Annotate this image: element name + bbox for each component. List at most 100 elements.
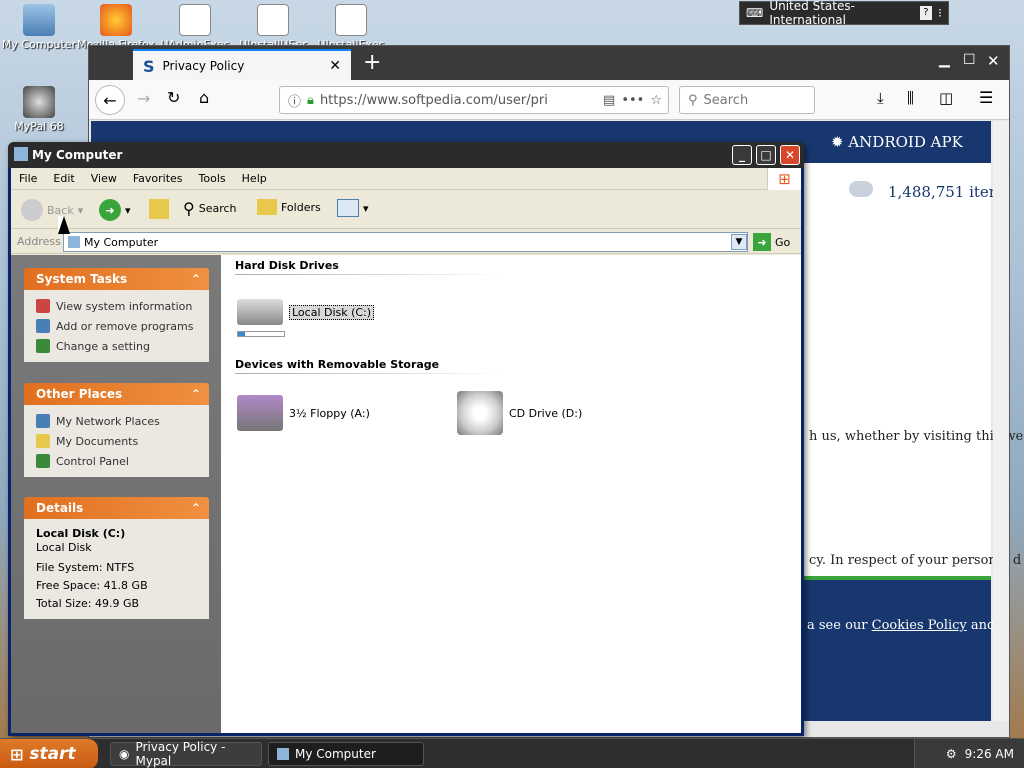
reload-icon[interactable]: ↻ — [167, 88, 180, 107]
details-free-space: Free Space: 41.8 GB — [36, 579, 148, 592]
back-icon[interactable]: ← — [95, 85, 125, 115]
desktop-icon-firefox[interactable]: Mozilla Firefox — [76, 4, 156, 51]
task-add-remove-programs[interactable]: Add or remove programs — [36, 316, 197, 336]
firefox-toolbar: ← → ↻ ⌂ ⓘ 🔒︎ https://www.softpedia.com/u… — [89, 80, 1009, 120]
menu-favorites[interactable]: Favorites — [133, 172, 183, 185]
desktop-icon-mypal[interactable]: MyPal 68 — [0, 86, 79, 133]
mypal-icon — [23, 86, 55, 118]
folder-icon — [257, 199, 277, 215]
back-arrow-icon — [21, 199, 43, 221]
place-label: Control Panel — [56, 454, 129, 468]
system-tray: ⚙ 9:26 AM — [914, 739, 1024, 768]
address-value: My Computer — [84, 235, 159, 249]
windows-flag-icon: ⊞ — [10, 744, 24, 764]
task-change-setting[interactable]: Change a setting — [36, 336, 197, 356]
language-bar[interactable]: ⌨ United States-International ? ⁝ — [739, 0, 949, 27]
forward-button[interactable]: ➜ ▾ — [99, 199, 131, 221]
place-my-network-places[interactable]: My Network Places — [36, 411, 197, 431]
close-tab-icon[interactable]: ✕ — [329, 58, 341, 74]
folders-button[interactable]: Folders — [257, 199, 321, 215]
bookmark-star-icon[interactable]: ☆ — [650, 93, 662, 108]
start-button[interactable]: ⊞ start — [0, 739, 98, 768]
go-button[interactable]: ➜ Go — [753, 233, 790, 251]
close-button[interactable]: ✕ — [780, 145, 800, 165]
home-icon[interactable]: ⌂ — [199, 88, 209, 107]
menu-icon[interactable]: ☰ — [979, 88, 993, 107]
dropdown-icon[interactable]: ▾ — [125, 204, 131, 217]
task-my-computer[interactable]: My Computer — [268, 742, 424, 766]
collapse-icon[interactable]: ⌃ — [191, 272, 201, 286]
menu-view[interactable]: View — [91, 172, 117, 185]
details-header[interactable]: Details ⌃ — [24, 497, 209, 519]
group-hard-disk-drives: Hard Disk Drives — [235, 259, 339, 272]
back-label: Back — [47, 203, 74, 217]
windows-logo-icon: ⊞ — [767, 168, 801, 190]
nav-android-apk[interactable]: ✹ ANDROID APK — [831, 133, 963, 151]
sidebar-icon[interactable]: ◫ — [939, 89, 953, 107]
drive-label: 3½ Floppy (A:) — [289, 406, 370, 420]
info-icon[interactable]: ⓘ — [288, 91, 301, 110]
download-icon[interactable]: ⤓ — [877, 89, 884, 107]
menu-file[interactable]: File — [19, 172, 37, 185]
collapse-icon[interactable]: ⌃ — [191, 387, 201, 401]
task-label: Add or remove programs — [56, 319, 194, 333]
dropdown-icon[interactable]: ▾ — [78, 204, 84, 217]
drive-local-disk-c[interactable]: Local Disk (C:) — [237, 299, 375, 325]
other-places-header[interactable]: Other Places ⌃ — [24, 383, 209, 405]
address-input[interactable]: My Computer ▼ — [63, 232, 748, 252]
views-button[interactable]: ▾ — [337, 199, 369, 217]
search-box[interactable]: ⚲ Search — [679, 86, 815, 114]
lock-icon: 🔒︎ — [307, 92, 314, 108]
vertical-scrollbar[interactable] — [993, 121, 1009, 721]
clock[interactable]: 9:26 AM — [965, 747, 1014, 761]
maximize-button[interactable]: □ — [756, 145, 776, 165]
maximize-icon[interactable]: ☐ — [963, 52, 976, 68]
new-tab-icon[interactable]: + — [363, 50, 381, 75]
drive-floppy-a[interactable]: 3½ Floppy (A:) — [237, 395, 370, 431]
desktop-icon-my-computer[interactable]: My Computer — [0, 4, 79, 51]
floppy-drive-icon — [237, 395, 283, 431]
desktop-icon-uadminexec[interactable]: UAdminExec — [155, 4, 235, 51]
network-icon[interactable]: ⚙ — [946, 747, 957, 761]
drive-cd-d[interactable]: CD Drive (D:) — [457, 391, 582, 435]
task-label: Change a setting — [56, 339, 150, 353]
library-icon[interactable]: ⫼ — [907, 89, 914, 107]
search-button[interactable]: ⚲ Search — [183, 199, 237, 218]
tab-privacy-policy[interactable]: S Privacy Policy ✕ — [133, 49, 351, 81]
help-icon[interactable]: ? — [919, 6, 933, 20]
desktop-icon-label: My Computer — [1, 38, 77, 51]
forward-icon[interactable]: → — [137, 89, 150, 108]
computer-icon — [23, 4, 55, 36]
softpedia-favicon: S — [143, 56, 155, 76]
task-privacy-policy[interactable]: ◉ Privacy Policy - Mypal — [110, 740, 262, 768]
minimize-button[interactable]: _ — [732, 145, 752, 165]
minimize-icon[interactable]: ▁ — [939, 52, 950, 68]
up-folder-button[interactable] — [149, 199, 169, 219]
menu-help[interactable]: Help — [242, 172, 267, 185]
collapse-icon[interactable]: ⌃ — [191, 501, 201, 515]
reader-view-icon[interactable]: ▤ — [603, 93, 615, 108]
place-control-panel[interactable]: Control Panel — [36, 451, 197, 471]
menu-edit[interactable]: Edit — [53, 172, 74, 185]
close-icon[interactable]: ✕ — [987, 52, 1000, 70]
desktop-icon-uinstalluser[interactable]: UInstallUSer — [233, 4, 313, 51]
place-my-documents[interactable]: My Documents — [36, 431, 197, 451]
details-file-system: File System: NTFS — [36, 561, 135, 574]
drive-usage-fill — [238, 332, 246, 336]
page-actions-icon[interactable]: ••• — [621, 93, 644, 108]
menu-tools[interactable]: Tools — [199, 172, 226, 185]
task-view-system-information[interactable]: View system information — [36, 296, 197, 316]
drive-usage-bar — [237, 331, 285, 337]
url-bar[interactable]: ⓘ 🔒︎ https://www.softpedia.com/user/pri … — [279, 86, 669, 114]
program-icon — [179, 4, 211, 36]
back-button[interactable]: Back ▾ — [21, 199, 83, 221]
options-icon[interactable]: ⁝ — [938, 6, 942, 20]
drive-label: CD Drive (D:) — [509, 406, 583, 420]
details-body: Local Disk (C:) Local Disk File System: … — [24, 519, 209, 619]
desktop-icon-label: MyPal 68 — [14, 120, 64, 133]
system-tasks-header[interactable]: System Tasks ⌃ — [24, 268, 209, 290]
address-dropdown-icon[interactable]: ▼ — [731, 234, 747, 250]
banner-text-post: and — [970, 618, 996, 633]
cookies-policy-link[interactable]: Cookies Policy — [872, 618, 967, 633]
desktop-icon-uinstallexec[interactable]: UInstallExec — [311, 4, 391, 51]
